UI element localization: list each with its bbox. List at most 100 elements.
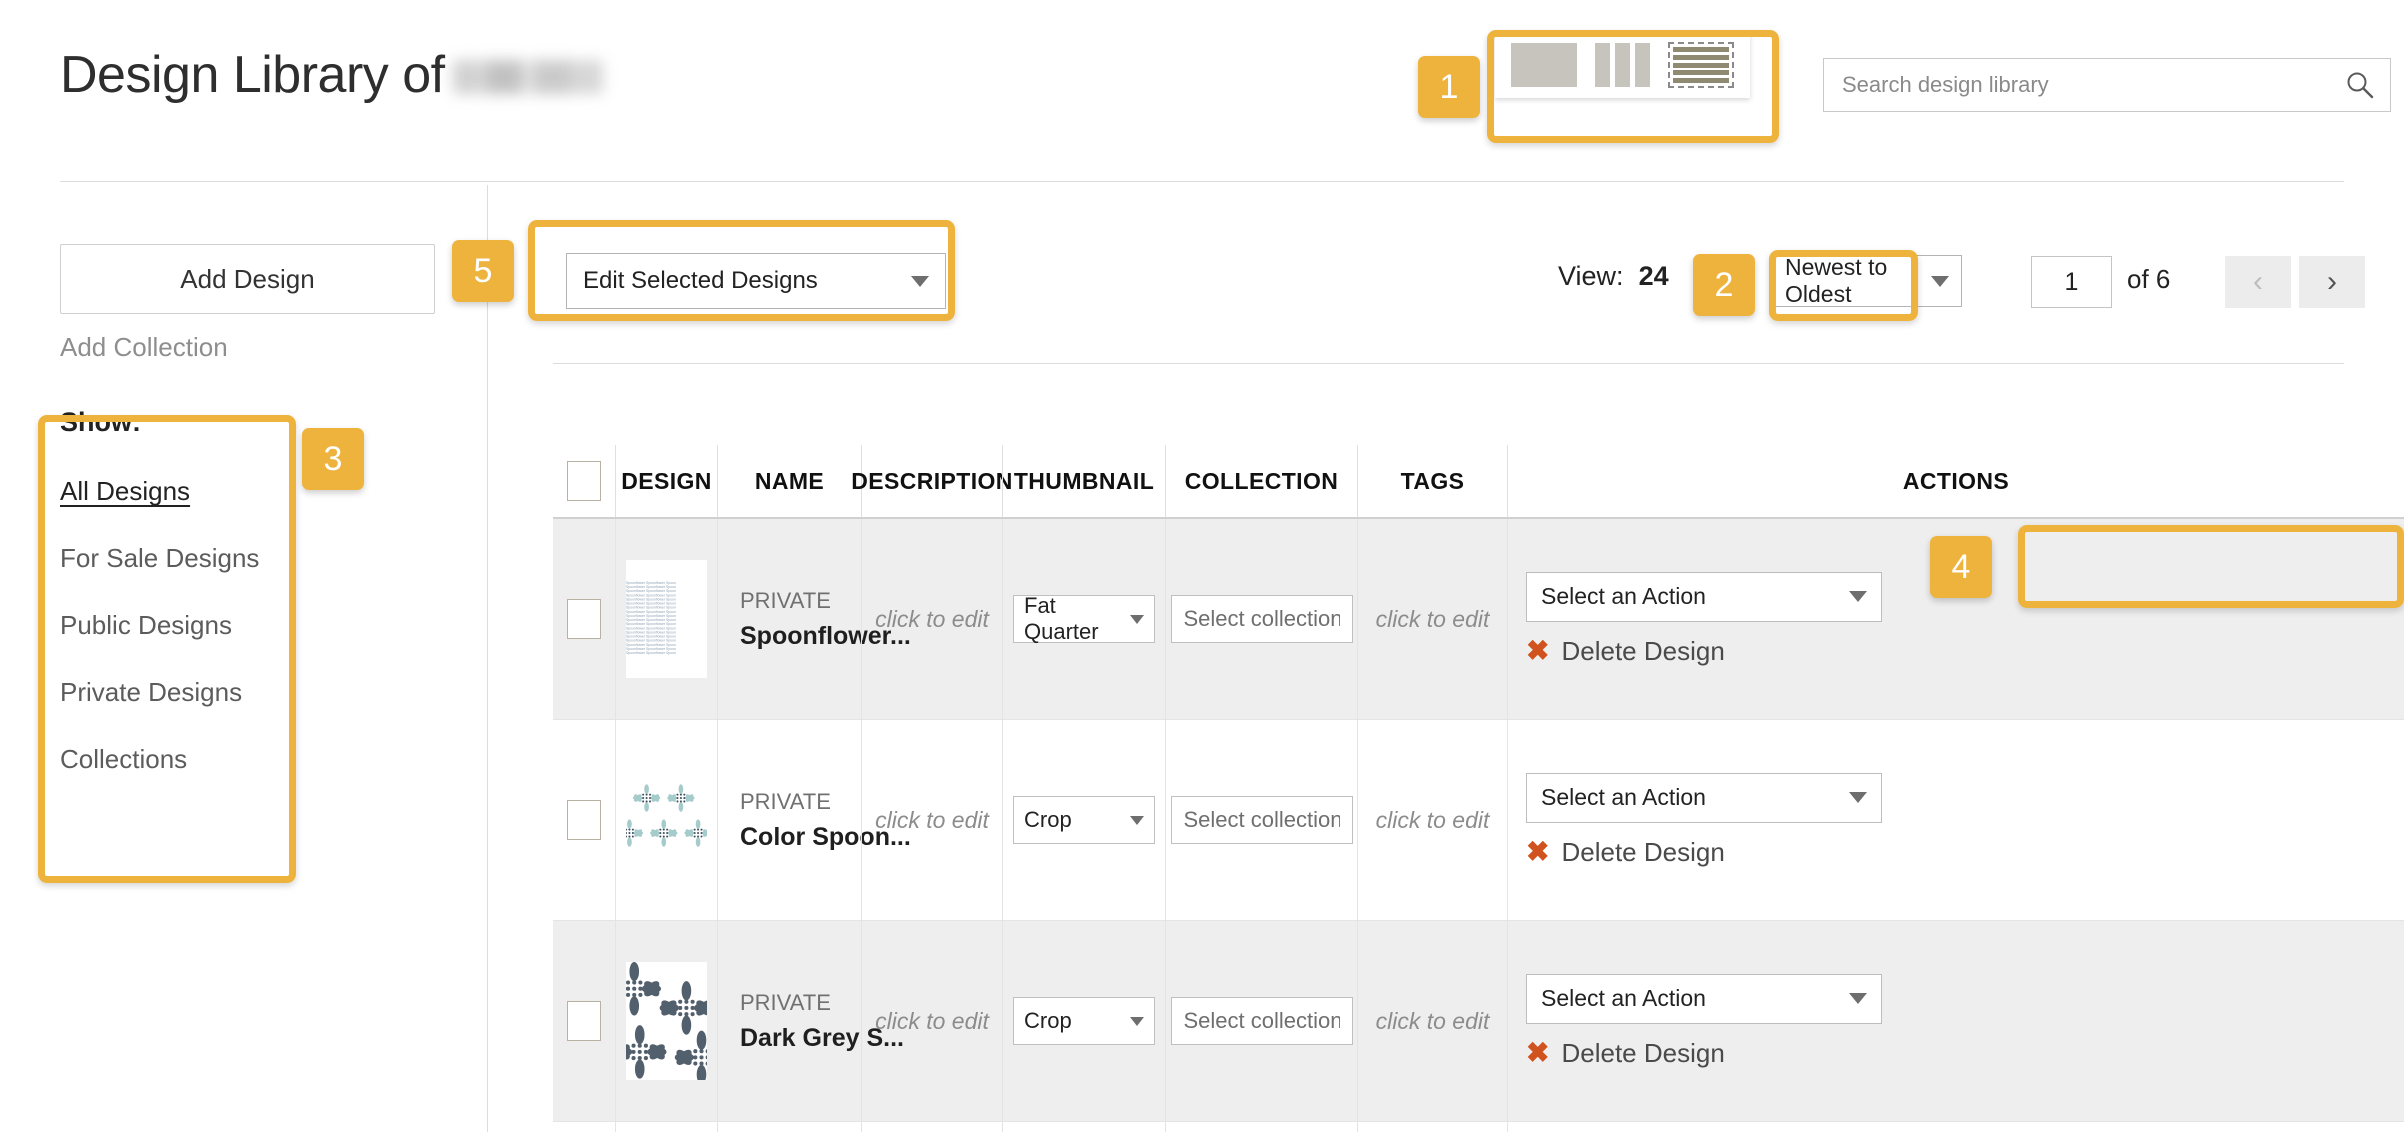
row-action-select[interactable]: Select an Action (1526, 571, 1882, 622)
design-name-cell: PRIVATE Spoonflower... (717, 1122, 861, 1132)
chevron-down-icon (1849, 591, 1867, 602)
grid-large-view-icon[interactable] (1511, 43, 1577, 87)
tags-cell[interactable]: click to edit (1357, 519, 1507, 719)
tags-cell[interactable]: click to edit (1357, 720, 1507, 920)
show-filter-title: Show: (60, 407, 141, 437)
search-input[interactable] (1824, 59, 2324, 111)
page-number-input[interactable] (2031, 256, 2112, 308)
column-header-thumbnail: THUMBNAIL (1002, 445, 1165, 517)
row-select-cell (553, 519, 615, 719)
table-row[interactable]: PRIVATE Dark Grey S... click to edit Cro… (553, 921, 2404, 1122)
svg-text:Spoonflower Spoonflower Spoon: Spoonflower Spoonflower Spoon (626, 602, 676, 606)
thumbnail-select[interactable]: Crop (1013, 796, 1155, 844)
collection-cell (1165, 921, 1357, 1121)
sidebar-item-all-designs[interactable]: All Designs (60, 476, 290, 507)
sidebar-item-public-designs[interactable]: Public Designs (60, 610, 290, 641)
sidebar-item-collections[interactable]: Collections (60, 744, 290, 775)
delete-design-button[interactable]: ✖ Delete Design (1526, 837, 1725, 868)
row-select-cell (553, 921, 615, 1121)
actions-cell: Select an Action ✖ Delete Design (1507, 519, 2404, 719)
svg-text:Spoonflower Spoonflower Spoon: Spoonflower Spoonflower Spoon (626, 618, 676, 622)
privacy-label: PRIVATE (740, 788, 831, 814)
thumbnail-cell: Fat Quarter (1002, 519, 1165, 719)
svg-text:Spoonflower Spoonflower Spoon: Spoonflower Spoonflower Spoon (626, 647, 676, 651)
view-mode-switch[interactable] (1495, 32, 1750, 98)
chevron-down-icon (1931, 275, 1949, 287)
bulk-action-value: Edit Selected Designs (583, 267, 818, 294)
collection-input[interactable] (1170, 595, 1353, 643)
row-action-value: Select an Action (1541, 784, 1706, 810)
tags-edit-hint[interactable]: click to edit (1376, 807, 1490, 834)
table-row[interactable]: PRIVATE Color Spoon... click to edit Cro… (553, 720, 2404, 921)
tags-edit-hint[interactable]: click to edit (1376, 1008, 1490, 1035)
description-edit-hint[interactable]: click to edit (875, 807, 989, 834)
description-cell[interactable]: click to edit (861, 1122, 1002, 1132)
collection-input[interactable] (1170, 997, 1353, 1045)
description-cell[interactable]: click to edit (861, 519, 1002, 719)
search-box[interactable] (1823, 58, 2391, 112)
column-header-design: DESIGN (615, 445, 717, 517)
row-action-select[interactable]: Select an Action (1526, 772, 1882, 823)
design-swatch-dark-grey-floral (626, 962, 707, 1080)
description-cell[interactable]: click to edit (861, 921, 1002, 1121)
grid-columns-view-icon[interactable] (1595, 43, 1650, 87)
close-icon: ✖ (1526, 836, 1550, 867)
svg-text:Spoonflower Spoonflower Spoon: Spoonflower Spoonflower Spoon (626, 630, 676, 634)
delete-design-button[interactable]: ✖ Delete Design (1526, 636, 1725, 667)
design-name-cell: PRIVATE Color Spoon... (717, 720, 911, 920)
row-select-cell (553, 720, 615, 920)
bulk-action-select[interactable]: Edit Selected Designs (566, 253, 946, 309)
tags-edit-hint[interactable]: click to edit (1376, 606, 1490, 633)
select-all-checkbox[interactable] (567, 461, 601, 501)
chevron-down-icon (1849, 792, 1867, 803)
row-checkbox[interactable] (567, 599, 601, 639)
table-row[interactable]: PRIVATE Spoonflower... click to edit Fat… (553, 1122, 2404, 1132)
delete-design-button[interactable]: ✖ Delete Design (1526, 1038, 1725, 1069)
chevron-down-icon (1130, 815, 1144, 825)
design-thumbnail-cell (615, 921, 717, 1121)
svg-text:Spoonflower Spoonflower Spoon: Spoonflower Spoonflower Spoon (626, 626, 676, 630)
design-swatch-text-tile: Spoonflower Spoonflower SpoonSpoonflower… (626, 560, 707, 678)
next-page-button[interactable]: › (2299, 256, 2365, 308)
tags-cell[interactable]: click to edit (1357, 921, 1507, 1121)
list-view-icon[interactable] (1668, 42, 1734, 88)
tags-cell[interactable]: click to edit (1357, 1122, 1507, 1132)
search-icon[interactable] (2346, 71, 2374, 99)
thumbnail-cell: Crop (1002, 720, 1165, 920)
svg-text:Spoonflower Spoonflower Spoon: Spoonflower Spoonflower Spoon (626, 597, 676, 601)
sidebar-item-private-designs[interactable]: Private Designs (60, 677, 290, 708)
actions-cell: Select an Action ✖ Delete Design (1507, 1122, 2404, 1132)
table-row[interactable]: Spoonflower Spoonflower Spoon Spoonflower… (553, 519, 2404, 720)
sort-select[interactable]: Newest to Oldest (1772, 254, 1962, 307)
collection-cell (1165, 1122, 1357, 1132)
description-edit-hint[interactable]: click to edit (875, 606, 989, 633)
delete-design-label: Delete Design (1561, 836, 1725, 867)
designs-table: DESIGN NAME DESCRIPTION THUMBNAIL COLLEC… (553, 445, 2404, 1132)
actions-cell: Select an Action ✖ Delete Design (1507, 720, 2404, 920)
delete-design-label: Delete Design (1561, 1037, 1725, 1068)
redacted-username (452, 60, 603, 94)
row-checkbox[interactable] (567, 800, 601, 840)
column-header-collection: COLLECTION (1165, 445, 1357, 517)
description-cell[interactable]: click to edit (861, 720, 1002, 920)
svg-text:Spoonflower Spoonflower Spoon: Spoonflower Spoonflower Spoon (626, 614, 676, 618)
svg-text:Spoonflower Spoonflower Spoon: Spoonflower Spoonflower Spoon (626, 622, 676, 626)
privacy-label: PRIVATE (740, 989, 831, 1015)
design-thumbnail-cell: Spoonflower Spoonflower Spoon Spoonflower… (615, 519, 717, 719)
row-action-select[interactable]: Select an Action (1526, 973, 1882, 1024)
collection-input[interactable] (1170, 796, 1353, 844)
thumbnail-select[interactable]: Crop (1013, 997, 1155, 1045)
description-edit-hint[interactable]: click to edit (875, 1008, 989, 1035)
thumbnail-cell: Fat Quarter (1002, 1122, 1165, 1132)
thumbnail-select[interactable]: Fat Quarter (1013, 593, 1155, 644)
row-checkbox[interactable] (567, 1001, 601, 1041)
svg-text:Spoonflower Spoonflower Spoon: Spoonflower Spoonflower Spoon (626, 639, 676, 643)
design-thumbnail-cell (615, 720, 717, 920)
add-collection-link[interactable]: Add Collection (60, 332, 228, 363)
prev-page-button[interactable]: ‹ (2225, 256, 2291, 308)
svg-text:Spoonflower Spoonflower Spoon: Spoonflower Spoonflower Spoon (626, 610, 676, 614)
toolbar: Edit Selected Designs View: 24 Newest to… (487, 182, 2404, 362)
add-design-button[interactable]: Add Design (60, 244, 435, 314)
sidebar-item-for-sale-designs[interactable]: For Sale Designs (60, 543, 290, 574)
column-header-description: DESCRIPTION (851, 445, 1012, 517)
